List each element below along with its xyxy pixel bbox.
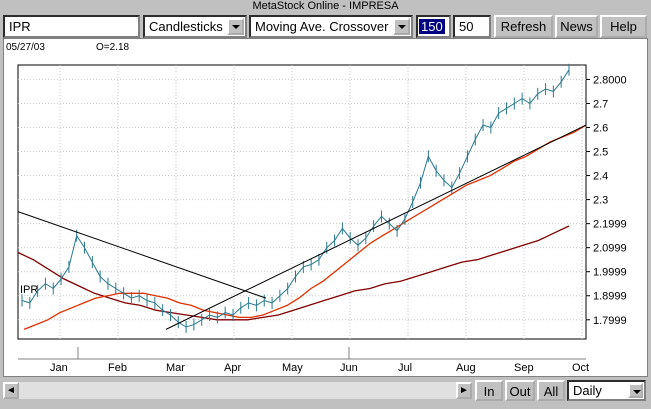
symbol-value: IPR (9, 19, 31, 34)
indicator-select[interactable]: Moving Ave. Crossover (249, 15, 413, 38)
x-tick-label: Oct (572, 362, 589, 374)
horizontal-scrollbar-track[interactable] (19, 382, 456, 399)
news-button[interactable]: News (555, 15, 598, 38)
y-tick-label: 2.5 (593, 147, 608, 159)
x-tick-label: Apr (224, 362, 241, 374)
x-tick-label: Jun (340, 362, 358, 374)
period-select-value: Daily (573, 383, 602, 398)
x-tick-label: Jul (398, 362, 412, 374)
y-tick-label: 1.8999 (593, 291, 627, 303)
y-tick-label: 1.7999 (593, 315, 627, 327)
trendline-up (165, 124, 587, 330)
chevron-down-icon[interactable] (628, 383, 643, 398)
refresh-button[interactable]: Refresh (494, 15, 553, 38)
indicator-value: Moving Ave. Crossover (255, 19, 389, 34)
x-tick-label: Sep (514, 362, 534, 374)
chart-style-value: Candlesticks (149, 19, 223, 34)
x-tick-label: May (282, 362, 303, 374)
chart-panel[interactable]: 05/27/03 O=2.18 IPR 2.8000 2.7 2.6 2.5 2.4 2.… (3, 38, 648, 377)
x-tick-label: Jan (50, 362, 68, 374)
show-all-button[interactable]: All (537, 380, 565, 401)
y-tick-label: 1.9999 (593, 267, 627, 279)
period1-input[interactable]: 150 (416, 15, 451, 38)
short-moving-average-line (23, 124, 587, 331)
zoom-in-button[interactable]: In (475, 380, 503, 401)
chart-style-select[interactable]: Candlesticks (143, 15, 247, 38)
price-chart: 05/27/03 O=2.18 IPR 2.80002.72.62.52.42.… (6, 42, 627, 374)
y-tick-label: 2.4 (593, 171, 608, 183)
y-tick-label: 2.3 (593, 195, 608, 207)
price-line (21, 69, 570, 328)
y-tick-label: 2.7 (593, 98, 608, 110)
date-readout: 05/27/03 (6, 42, 45, 53)
scroll-right-button[interactable]: ► (456, 382, 472, 399)
y-tick-label: 2.0999 (593, 243, 627, 255)
period1-value: 150 (419, 19, 445, 34)
trendline-down (17, 211, 267, 299)
y-tick-label: 2.1999 (593, 219, 627, 231)
chevron-down-icon[interactable] (393, 18, 410, 35)
x-tick-label: Feb (108, 362, 127, 374)
period-select[interactable]: Daily (567, 380, 646, 401)
y-tick-label: 2.6 (593, 122, 608, 134)
help-button[interactable]: Help (600, 15, 647, 38)
x-tick-label: Aug (456, 362, 476, 374)
plot-frame (17, 64, 587, 340)
window-title: MetaStock Online - IMPRESA (252, 0, 399, 12)
y-tick-label: 2.8000 (593, 74, 627, 86)
open-readout: O=2.18 (96, 42, 130, 53)
x-tick-label: Mar (166, 362, 185, 374)
scroll-left-button[interactable]: ◄ (3, 382, 19, 399)
chevron-down-icon[interactable] (227, 18, 244, 35)
period2-input[interactable]: 50 (453, 15, 491, 38)
zoom-out-button[interactable]: Out (505, 380, 535, 401)
period2-value: 50 (459, 19, 474, 34)
symbol-input[interactable]: IPR (3, 15, 140, 38)
